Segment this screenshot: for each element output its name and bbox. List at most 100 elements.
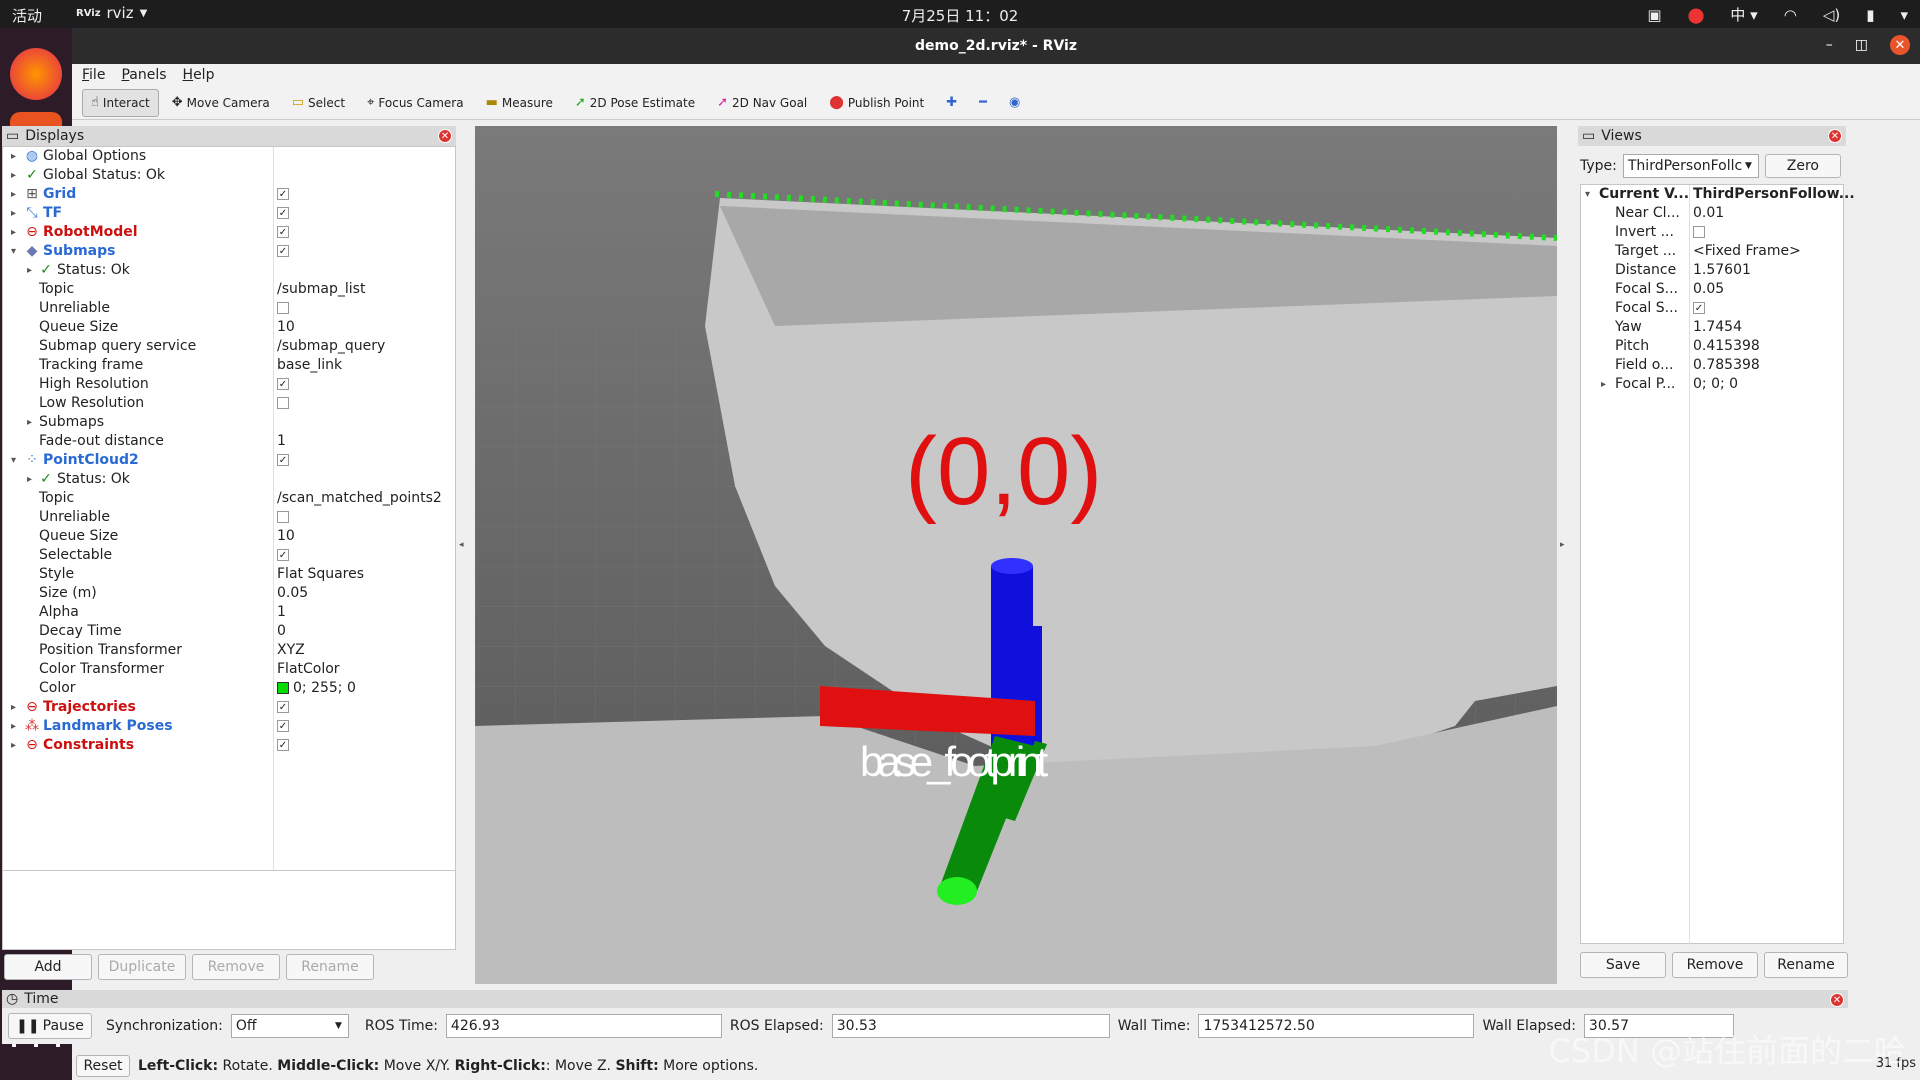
checkbox[interactable]: ✓ bbox=[277, 207, 289, 219]
checkbox[interactable]: ✓ bbox=[277, 454, 289, 466]
display-row-value[interactable]: ✓ bbox=[277, 242, 289, 261]
display-row[interactable]: Color Transformer FlatColor bbox=[3, 660, 455, 679]
view-row-value[interactable]: 0.785398 bbox=[1693, 356, 1760, 375]
tool-2d-pose-estimate[interactable]: ➚ 2D Pose Estimate bbox=[566, 89, 704, 117]
save-view-button[interactable]: Save bbox=[1580, 952, 1666, 978]
collapsed-arrow-icon[interactable]: ▸ bbox=[11, 166, 16, 185]
collapsed-arrow-icon[interactable]: ▸ bbox=[11, 185, 16, 204]
display-row[interactable]: Unreliable bbox=[3, 508, 455, 527]
collapsed-arrow-icon[interactable]: ▸ bbox=[11, 223, 16, 242]
checkbox[interactable]: ✓ bbox=[1693, 302, 1705, 314]
rename-display-button[interactable]: Rename bbox=[286, 954, 374, 980]
view-row[interactable]: Focal S... 0.05 bbox=[1581, 280, 1843, 299]
display-row[interactable]: Topic/scan_matched_points2 bbox=[3, 489, 455, 508]
view-row-value[interactable]: ThirdPersonFollow... bbox=[1693, 185, 1855, 204]
collapsed-arrow-icon[interactable]: ▸ bbox=[27, 470, 32, 489]
display-row-value[interactable]: XYZ bbox=[277, 641, 305, 660]
ros-time-field[interactable]: 426.93 bbox=[445, 1014, 722, 1038]
right-splitter-handle[interactable]: ▸ bbox=[1560, 540, 1572, 560]
display-row[interactable]: ▸ Submaps bbox=[3, 413, 455, 432]
display-row[interactable]: ▸ ⊞ Grid ✓ bbox=[3, 185, 455, 204]
tool-focus-camera[interactable]: ⌖ Focus Camera bbox=[358, 89, 473, 117]
display-row[interactable]: ▸ ✓ Status: Ok bbox=[3, 261, 455, 280]
display-row-value[interactable]: ✓ bbox=[277, 375, 289, 394]
display-row-value[interactable]: 1 bbox=[277, 432, 286, 451]
display-row[interactable]: Submap query service/submap_query bbox=[3, 337, 455, 356]
menu-panels[interactable]: Panels bbox=[121, 67, 166, 83]
display-row[interactable]: Color 0; 255; 0 bbox=[3, 679, 455, 698]
view-row-value[interactable]: 1.57601 bbox=[1693, 261, 1751, 280]
view-row-value[interactable]: 0.01 bbox=[1693, 204, 1724, 223]
ime-indicator[interactable]: 中 ▾ bbox=[1730, 4, 1757, 25]
3d-viewport[interactable]: (0,0) base_footprint bbox=[475, 126, 1557, 984]
view-row[interactable]: Pitch 0.415398 bbox=[1581, 337, 1843, 356]
checkbox[interactable]: ✓ bbox=[277, 739, 289, 751]
collapsed-arrow-icon[interactable]: ▸ bbox=[27, 413, 32, 432]
remove-view-button[interactable]: Remove bbox=[1672, 952, 1758, 978]
view-row[interactable]: Target ... <Fixed Frame> bbox=[1581, 242, 1843, 261]
display-row[interactable]: Queue Size 10 bbox=[3, 318, 455, 337]
display-row-value[interactable]: ✓ bbox=[277, 736, 289, 755]
display-row-value[interactable]: 1 bbox=[277, 603, 286, 622]
display-row[interactable]: ▸ ◍ Global Options bbox=[3, 147, 455, 166]
expanded-arrow-icon[interactable]: ▾ bbox=[1585, 185, 1590, 204]
view-row[interactable]: Near Cl... 0.01 bbox=[1581, 204, 1843, 223]
view-row-value[interactable]: 1.7454 bbox=[1693, 318, 1742, 337]
checkbox[interactable] bbox=[1693, 226, 1705, 238]
view-row[interactable]: Focal S... ✓ bbox=[1581, 299, 1843, 318]
view-type-select[interactable]: ThirdPersonFollc ▼ bbox=[1622, 154, 1759, 178]
display-row[interactable]: Selectable ✓ bbox=[3, 546, 455, 565]
menu-file[interactable]: File bbox=[82, 67, 105, 83]
display-row[interactable]: Fade-out distance 1 bbox=[3, 432, 455, 451]
display-row-value[interactable]: 0 bbox=[277, 622, 286, 641]
view-row[interactable]: Field o... 0.785398 bbox=[1581, 356, 1843, 375]
display-row[interactable]: ▾ ◆ Submaps ✓ bbox=[3, 242, 455, 261]
collapsed-arrow-icon[interactable]: ▸ bbox=[27, 261, 32, 280]
view-row-value[interactable]: ✓ bbox=[1693, 299, 1705, 318]
close-panel-icon[interactable]: ✕ bbox=[438, 129, 452, 143]
minimize-button[interactable]: – bbox=[1826, 37, 1833, 53]
display-row[interactable]: ▸ ⤡ TF ✓ bbox=[3, 204, 455, 223]
tool-2d-nav-goal[interactable]: ➚ 2D Nav Goal bbox=[708, 89, 816, 117]
display-row[interactable]: Unreliable bbox=[3, 299, 455, 318]
display-row-value[interactable]: base_link bbox=[277, 356, 342, 375]
display-row-value[interactable]: ✓ bbox=[277, 717, 289, 736]
add-tool-button[interactable]: ✚ bbox=[937, 89, 966, 117]
display-row-value[interactable]: /scan_matched_points2 bbox=[277, 489, 442, 508]
display-row[interactable]: Low Resolution bbox=[3, 394, 455, 413]
display-row[interactable]: Style Flat Squares bbox=[3, 565, 455, 584]
tool-move-camera[interactable]: ✥ Move Camera bbox=[163, 89, 279, 117]
display-row[interactable]: Alpha 1 bbox=[3, 603, 455, 622]
wall-time-field[interactable]: 1753412572.50 bbox=[1198, 1014, 1475, 1038]
display-row[interactable]: Size (m) 0.05 bbox=[3, 584, 455, 603]
display-row-value[interactable] bbox=[277, 299, 289, 318]
display-row[interactable]: Tracking frame base_link bbox=[3, 356, 455, 375]
pause-button[interactable]: ❚❚ Pause bbox=[8, 1013, 92, 1039]
display-row[interactable]: Queue Size 10 bbox=[3, 527, 455, 546]
collapsed-arrow-icon[interactable]: ▸ bbox=[11, 147, 16, 166]
display-row-value[interactable]: ✓ bbox=[277, 451, 289, 470]
display-row[interactable]: ▸ ✓ Global Status: Ok bbox=[3, 166, 455, 185]
display-row-value[interactable]: /submap_list bbox=[277, 280, 365, 299]
displays-tree[interactable]: ▸ ◍ Global Options ▸ ✓ Global Status: Ok ▸ ⊞ Gri… bbox=[2, 146, 456, 886]
app-menu[interactable]: RViz rviz ▼ bbox=[76, 4, 147, 22]
maximize-button[interactable]: ◫ bbox=[1855, 37, 1868, 53]
display-row-value[interactable]: /submap_query bbox=[277, 337, 385, 356]
display-row[interactable]: High Resolution ✓ bbox=[3, 375, 455, 394]
display-row-value[interactable]: 0.05 bbox=[277, 584, 308, 603]
collapsed-arrow-icon[interactable]: ▸ bbox=[11, 717, 16, 736]
view-row[interactable]: ▸ Focal P... 0; 0; 0 bbox=[1581, 375, 1843, 394]
display-row-value[interactable]: ✓ bbox=[277, 546, 289, 565]
view-row[interactable]: Yaw 1.7454 bbox=[1581, 318, 1843, 337]
checkbox[interactable]: ✓ bbox=[277, 720, 289, 732]
remove-display-button[interactable]: Remove bbox=[192, 954, 280, 980]
collapsed-arrow-icon[interactable]: ▸ bbox=[11, 204, 16, 223]
display-row-value[interactable]: ✓ bbox=[277, 204, 289, 223]
display-row-value[interactable]: ✓ bbox=[277, 223, 289, 242]
reset-button[interactable]: Reset bbox=[76, 1055, 130, 1077]
view-row[interactable]: Distance 1.57601 bbox=[1581, 261, 1843, 280]
expanded-arrow-icon[interactable]: ▾ bbox=[11, 242, 16, 261]
display-row-value[interactable]: 10 bbox=[277, 527, 295, 546]
checkbox[interactable]: ✓ bbox=[277, 378, 289, 390]
collapsed-arrow-icon[interactable]: ▸ bbox=[11, 698, 16, 717]
